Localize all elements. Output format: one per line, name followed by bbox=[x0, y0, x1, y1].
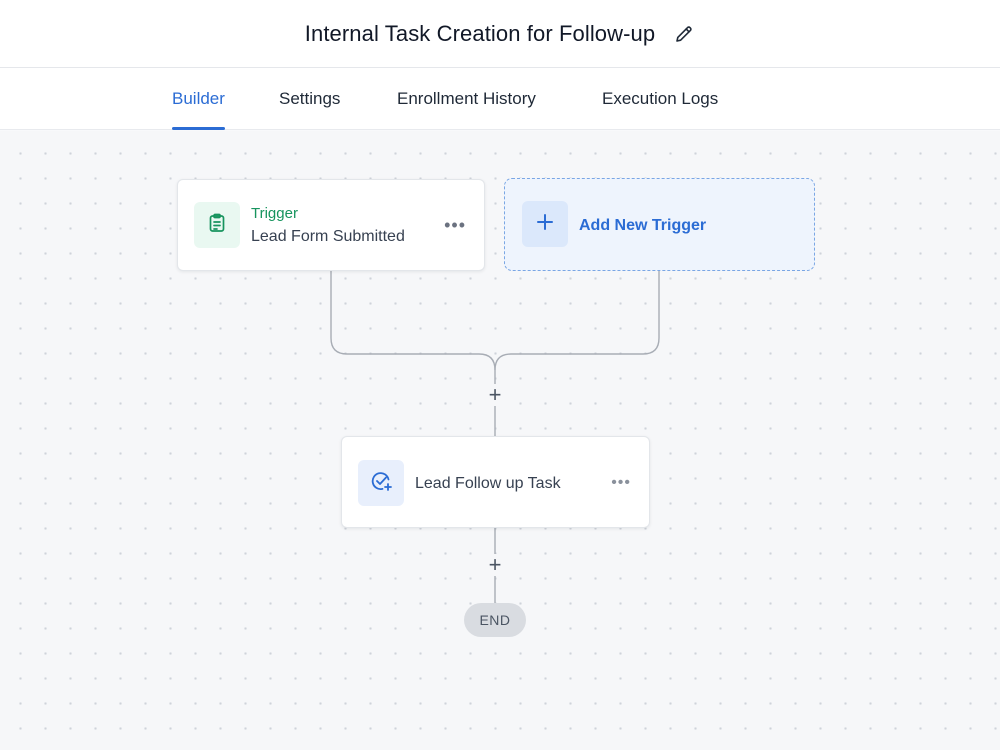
title-bar: Internal Task Creation for Follow-up bbox=[0, 0, 1000, 68]
tab-enrollment-history[interactable]: Enrollment History bbox=[397, 68, 536, 130]
tab-bar: Builder Settings Enrollment History Exec… bbox=[0, 68, 1000, 130]
trigger-icon-box bbox=[194, 202, 240, 248]
pencil-icon[interactable] bbox=[673, 23, 695, 45]
end-node: END bbox=[464, 603, 526, 637]
workflow-header: Internal Task Creation for Follow-up bbox=[0, 0, 1000, 68]
add-new-trigger-button[interactable]: Add New Trigger bbox=[504, 178, 815, 271]
action-icon-box bbox=[358, 460, 404, 506]
plus-icon bbox=[535, 212, 555, 237]
tab-settings[interactable]: Settings bbox=[279, 68, 340, 130]
trigger-label: Trigger bbox=[251, 205, 298, 222]
workflow-title: Internal Task Creation for Follow-up bbox=[304, 21, 656, 46]
clipboard-icon bbox=[206, 212, 228, 239]
task-check-icon bbox=[369, 469, 393, 498]
tab-execution-logs[interactable]: Execution Logs bbox=[602, 68, 718, 130]
action-menu-icon[interactable]: ••• bbox=[611, 475, 631, 491]
tab-builder[interactable]: Builder bbox=[172, 68, 225, 130]
action-card[interactable]: Lead Follow up Task ••• bbox=[341, 436, 650, 528]
trigger-card[interactable]: Trigger Lead Form Submitted ••• bbox=[177, 179, 485, 271]
add-step-plus-icon-2[interactable]: + bbox=[484, 554, 506, 576]
add-trigger-label: Add New Trigger bbox=[579, 217, 707, 234]
trigger-event: Lead Form Submitted bbox=[251, 228, 405, 245]
trigger-menu-icon[interactable]: ••• bbox=[444, 216, 466, 234]
add-step-plus-icon[interactable]: + bbox=[484, 384, 506, 406]
add-trigger-icon-box bbox=[522, 201, 568, 247]
action-label: Lead Follow up Task bbox=[415, 475, 561, 492]
